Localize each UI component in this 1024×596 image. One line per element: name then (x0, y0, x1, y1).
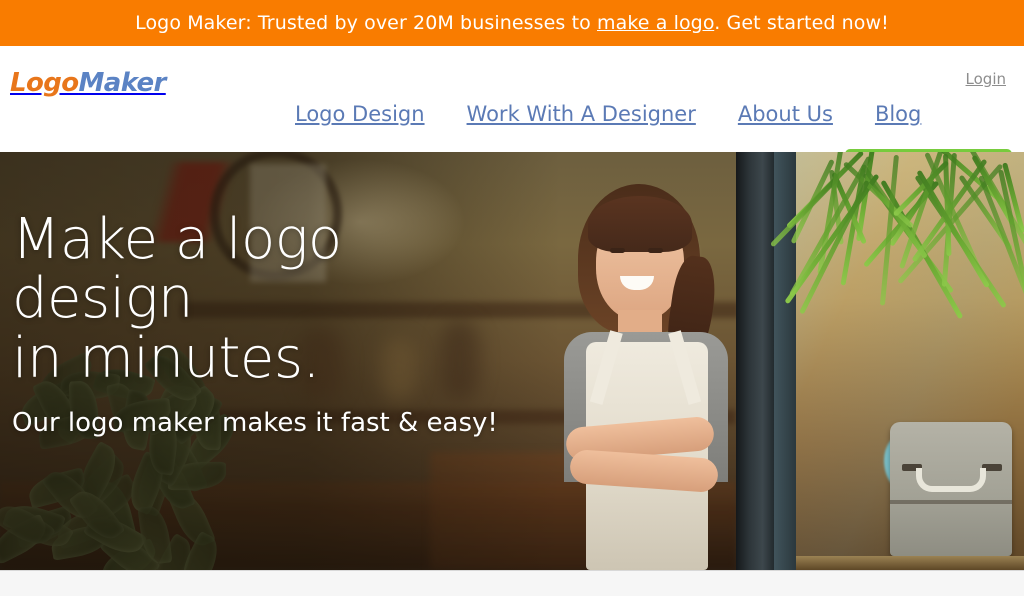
site-header: LogoMaker Login Logo Design Work With A … (0, 46, 1024, 152)
promo-make-a-logo-link[interactable]: make a logo (597, 12, 714, 34)
nav-item-about-us[interactable]: About Us (738, 102, 833, 126)
eye-right (648, 248, 663, 253)
hero-headline: Make a logo design in minutes. (12, 210, 532, 388)
toolbox-handle (916, 468, 986, 492)
hero-subheadline: Our logo maker makes it fast & easy! (12, 408, 532, 438)
nav-item-work-with-a-designer[interactable]: Work With A Designer (467, 102, 696, 126)
hero-section: Make a logo design in minutes. Our logo … (0, 152, 1024, 570)
main-nav: Logo Design Work With A Designer About U… (295, 102, 921, 126)
below-fold-strip (0, 570, 1024, 596)
eye-left (610, 248, 625, 253)
brand-logo[interactable]: LogoMaker (10, 68, 166, 98)
hair-front (588, 196, 692, 252)
page-root: Logo Maker: Trusted by over 20M business… (0, 0, 1024, 596)
promo-banner-text: Logo Maker: Trusted by over 20M business… (135, 12, 889, 34)
door-frame-inner (774, 152, 796, 570)
login-link[interactable]: Login (966, 70, 1006, 88)
metal-toolbox (890, 422, 1012, 556)
hero-headline-line-2: in minutes. (12, 329, 532, 388)
nav-item-blog[interactable]: Blog (875, 102, 921, 126)
promo-suffix: . Get started now! (714, 12, 889, 34)
brand-logo-part: Logo (10, 68, 79, 98)
hanging-plant (810, 152, 1024, 342)
promo-prefix: Logo Maker: Trusted by over 20M business… (135, 12, 597, 34)
shop-owner-portrait (540, 182, 750, 570)
brand-maker-part: Maker (79, 68, 166, 98)
hero-headline-line-1: Make a logo design (12, 210, 532, 329)
toolbox-band (890, 500, 1012, 504)
hero-copy: Make a logo design in minutes. Our logo … (12, 210, 532, 438)
promo-banner: Logo Maker: Trusted by over 20M business… (0, 0, 1024, 46)
window-shelf (796, 556, 1024, 570)
nav-item-logo-design[interactable]: Logo Design (295, 102, 425, 126)
